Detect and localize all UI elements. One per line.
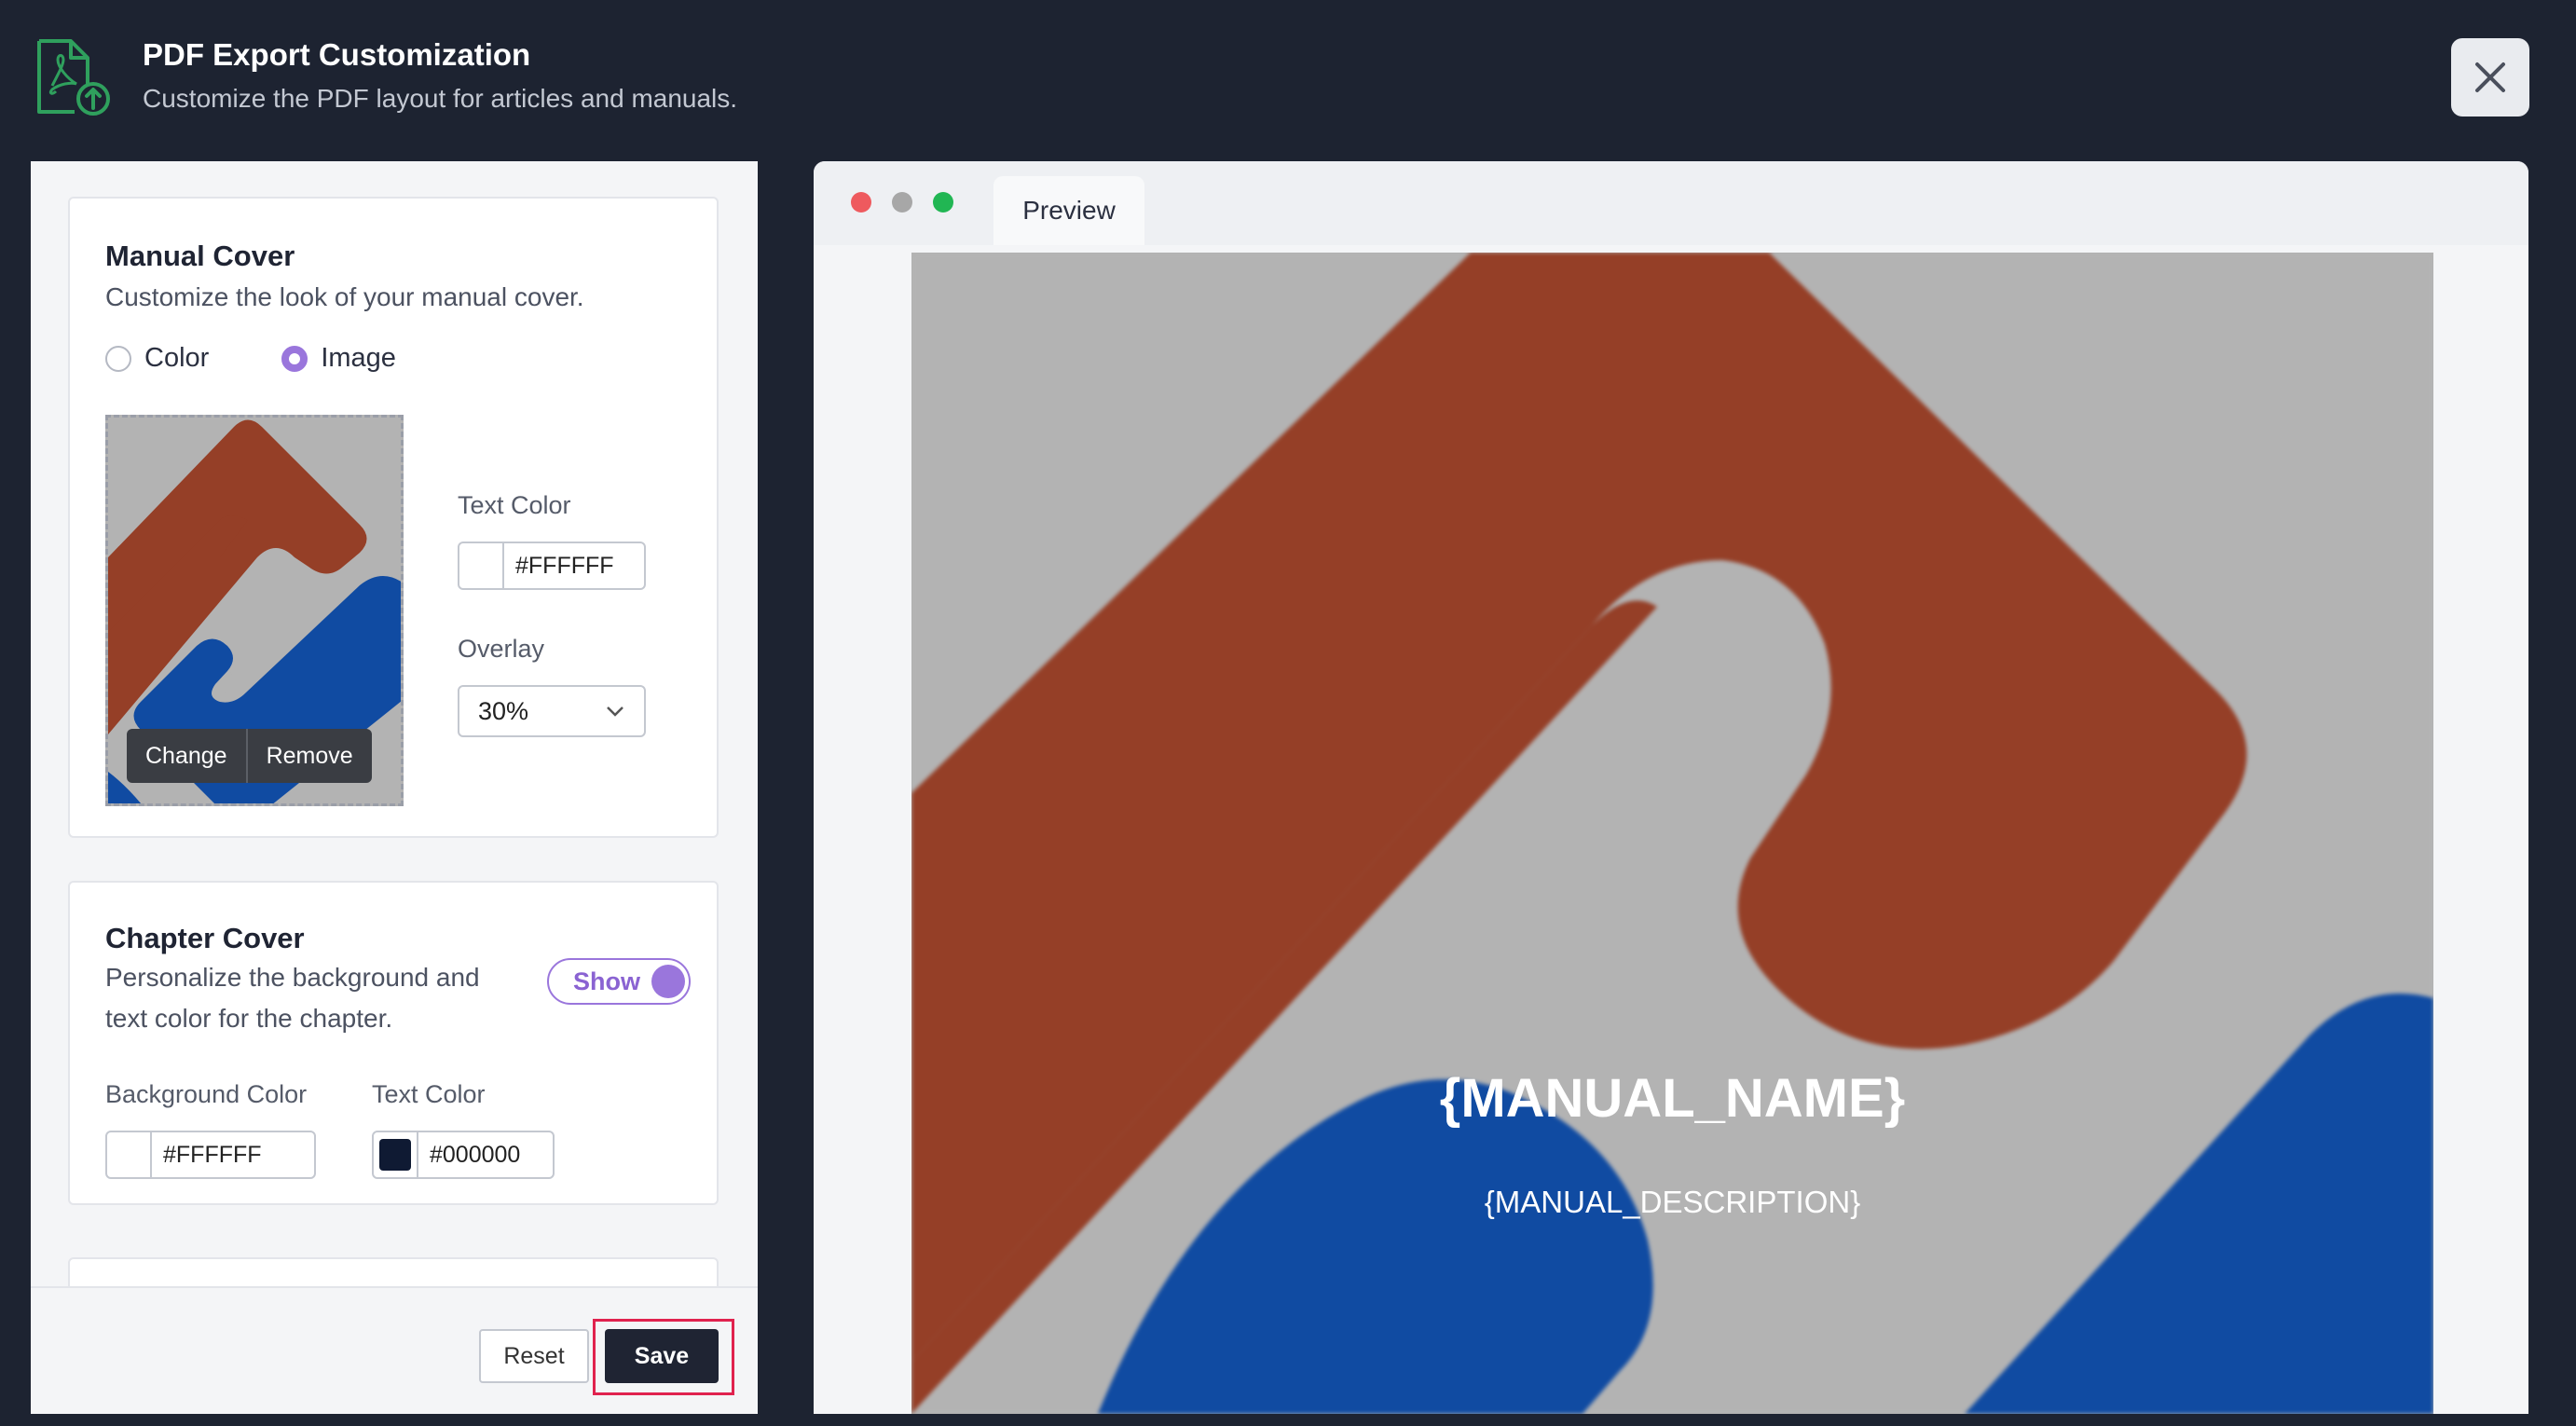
chapter-cover-description-1: Personalize the background and xyxy=(105,963,480,992)
pdf-upload-icon xyxy=(34,37,112,117)
manual-text-color-label: Text Color xyxy=(458,491,571,519)
overlay-select[interactable]: 30% xyxy=(458,685,646,737)
manual-text-color-field[interactable]: #FFFFFF xyxy=(458,542,646,590)
close-icon xyxy=(2475,62,2505,92)
radio-color-control[interactable] xyxy=(105,345,131,372)
chapter-text-color-field[interactable]: #000000 xyxy=(372,1131,555,1179)
cover-preview: {MANUAL_NAME} {MANUAL_DESCRIPTION} xyxy=(911,253,2433,1414)
chapter-cover-description-2: text color for the chapter. xyxy=(105,1004,393,1033)
window-maximize-dot[interactable] xyxy=(933,192,953,213)
close-button[interactable] xyxy=(2451,38,2529,117)
toggle-label: Show xyxy=(573,967,640,995)
cover-type-radio-group: Color Image xyxy=(105,343,396,374)
panel-footer: Reset Save xyxy=(31,1286,758,1414)
chapter-cover-toggle[interactable]: Show xyxy=(547,958,691,1005)
manual-cover-card: Manual Cover Customize the look of your … xyxy=(68,197,719,838)
radio-image-label: Image xyxy=(321,343,396,373)
page-subtitle: Customize the PDF layout for articles an… xyxy=(143,84,738,113)
manual-text-color-value[interactable]: #FFFFFF xyxy=(504,553,614,580)
chevron-down-icon xyxy=(607,706,623,717)
radio-image-control[interactable] xyxy=(281,345,308,372)
chapter-bg-color-value[interactable]: #FFFFFF xyxy=(152,1142,262,1169)
overlay-label: Overlay xyxy=(458,635,545,663)
cover-overlay xyxy=(911,253,2433,1414)
chapter-text-color-label: Text Color xyxy=(372,1080,486,1108)
thumbnail-actions: Change Remove xyxy=(127,729,372,783)
overlay-value: 30% xyxy=(478,696,529,725)
reset-button[interactable]: Reset xyxy=(479,1329,589,1383)
preview-tab-bar: Preview xyxy=(814,161,2528,245)
chapter-bg-color-label: Background Color xyxy=(105,1080,308,1108)
manual-description-placeholder: {MANUAL_DESCRIPTION} xyxy=(1484,1185,1861,1219)
chapter-cover-title: Chapter Cover xyxy=(105,922,305,954)
color-swatch[interactable] xyxy=(374,1132,418,1177)
window-close-dot[interactable] xyxy=(851,192,871,213)
chapter-cover-card: Chapter Cover Personalize the background… xyxy=(68,881,719,1205)
window-minimize-dot[interactable] xyxy=(892,192,912,213)
color-swatch[interactable] xyxy=(107,1132,152,1177)
save-button[interactable]: Save xyxy=(605,1329,719,1383)
radio-color[interactable]: Color xyxy=(105,343,209,374)
manual-cover-description: Customize the look of your manual cover. xyxy=(105,282,584,311)
page-title: PDF Export Customization xyxy=(143,37,531,72)
manual-name-placeholder: {MANUAL_NAME} xyxy=(1439,1068,1906,1129)
settings-panel: Manual Cover Customize the look of your … xyxy=(31,161,758,1414)
color-swatch[interactable] xyxy=(459,543,504,588)
remove-image-button[interactable]: Remove xyxy=(248,729,372,783)
radio-image[interactable]: Image xyxy=(281,343,396,374)
radio-color-label: Color xyxy=(144,343,210,373)
preview-window: Preview {MANUAL_NAME} {MANUAL_DESCRIPTIO… xyxy=(814,161,2528,1414)
chapter-bg-color-field[interactable]: #FFFFFF xyxy=(105,1131,316,1179)
change-image-button[interactable]: Change xyxy=(127,729,246,783)
chapter-text-color-value[interactable]: #000000 xyxy=(418,1142,520,1169)
tab-preview[interactable]: Preview xyxy=(993,176,1144,245)
cover-image-thumbnail: Change Remove xyxy=(105,415,404,806)
manual-cover-title: Manual Cover xyxy=(105,240,295,272)
toggle-knob xyxy=(651,965,685,998)
